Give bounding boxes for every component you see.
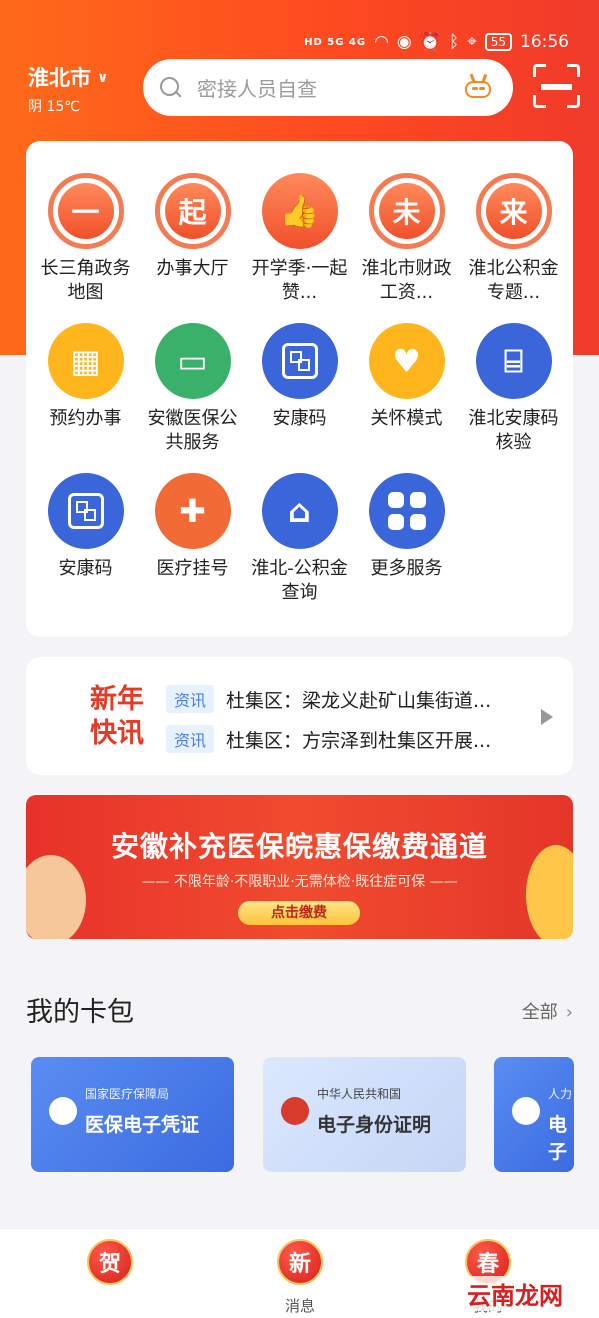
card-org: 中华人民共和国: [317, 1087, 402, 1101]
news-item[interactable]: 资讯 杜集区：梁龙义赴矿山集街道...: [166, 685, 491, 713]
tab-messages[interactable]: 新 消息: [240, 1239, 360, 1316]
scan-code-icon: ⌸: [475, 323, 552, 399]
news-logo: 新年 快讯: [90, 684, 144, 749]
service-item[interactable]: ▦ 预约办事: [32, 323, 139, 431]
grid-icon: [368, 473, 445, 549]
news-text: 杜集区：方宗泽到杜集区开展...: [226, 729, 492, 752]
service-label: 淮北-公积金查询: [251, 558, 348, 603]
service-label: 办事大厅: [156, 258, 229, 279]
service-label: 预约办事: [49, 408, 122, 429]
service-item[interactable]: ⌸ 淮北安康码核验: [460, 323, 567, 455]
pay-button[interactable]: 点击缴费: [238, 901, 360, 925]
search-placeholder: 密接人员自查: [197, 77, 317, 101]
wallet-card[interactable]: 人力 电子: [494, 1057, 574, 1172]
service-item[interactable]: ♥ 关怀模式: [353, 323, 460, 431]
robot-assistant-icon[interactable]: [463, 73, 493, 100]
banner-subtitle: —— 不限年龄·不限职业·无需体检·既往症可保 ——: [141, 874, 458, 890]
service-item[interactable]: 来 淮北公积金专题...: [460, 173, 567, 305]
news-item[interactable]: 资讯 杜集区：方宗泽到杜集区开展...: [166, 725, 491, 753]
service-label: 开学季·一起赞...: [251, 258, 348, 303]
status-time: 16:56: [520, 32, 569, 52]
chs-emblem-icon: [49, 1097, 77, 1125]
news-tag: 资讯: [166, 725, 215, 753]
service-item[interactable]: 安康码: [32, 473, 139, 581]
battery-indicator: 55: [484, 33, 512, 51]
wallet-card[interactable]: 国家医疗保障局 医保电子凭证: [31, 1057, 234, 1172]
services-card: 一 长三角政务地图 起 办事大厅 👍 开学季·一起赞... 未 淮北市财政工资.…: [26, 141, 573, 637]
service-label: 淮北公积金专题...: [468, 258, 559, 303]
heart-hand-icon: ♥: [368, 323, 445, 399]
city-selector[interactable]: 淮北市 ∨: [28, 62, 108, 92]
chevron-right-icon: ›: [565, 1002, 573, 1023]
card-icon: ▭: [154, 323, 231, 399]
watermark: 云南龙网: [467, 1276, 563, 1311]
news-tag: 资讯: [166, 685, 215, 713]
service-label: 淮北安康码核验: [468, 408, 559, 453]
medical-cross-icon: ✚: [154, 473, 231, 549]
service-label: 长三角政务地图: [40, 258, 131, 303]
weather-text: 阴 15℃: [28, 99, 80, 115]
seal-icon: 贺: [87, 1239, 133, 1285]
service-label: 安徽医保公共服务: [147, 408, 238, 453]
service-item[interactable]: 👍 开学季·一起赞...: [246, 173, 353, 305]
service-item[interactable]: 更多服务: [353, 473, 460, 581]
qr-icon: [47, 473, 124, 549]
service-label: 医疗挂号: [156, 558, 229, 579]
tab-label: 消息: [284, 1297, 315, 1315]
status-bar: HD 5G 4G ◠ ◉ ⏰ ᛒ ⌖ 55 16:56: [304, 32, 569, 52]
wallet-card[interactable]: 中华人民共和国 电子身份证明: [263, 1057, 466, 1172]
tab-home[interactable]: 贺: [50, 1239, 170, 1295]
calendar-icon: ▦: [47, 323, 124, 399]
banner-title: 安徽补充医保皖惠保缴费通道: [110, 830, 488, 863]
alarm-icon: ⏰: [419, 32, 441, 52]
qr-icon: [261, 323, 338, 399]
service-item[interactable]: ▭ 安徽医保公共服务: [139, 323, 246, 455]
service-label: 更多服务: [370, 558, 443, 579]
service-item[interactable]: ⌂ 淮北-公积金查询: [246, 473, 353, 605]
location-icon: ⌖: [467, 32, 477, 52]
insurance-banner[interactable]: 安徽补充医保皖惠保缴费通道 —— 不限年龄·不限职业·无需体检·既往症可保 ——…: [26, 795, 573, 939]
seal-icon: 新: [277, 1239, 323, 1285]
news-text: 杜集区：梁龙义赴矿山集街道...: [226, 689, 492, 712]
service-label: 安康码: [272, 408, 327, 429]
city-name: 淮北市: [28, 66, 91, 90]
card-name: 电子: [548, 1114, 568, 1163]
search-bar[interactable]: 密接人员自查: [143, 59, 513, 116]
service-label: 关怀模式: [370, 408, 443, 429]
card-name: 电子身份证明: [317, 1114, 432, 1136]
hr-emblem-icon: [512, 1097, 540, 1125]
service-item[interactable]: 未 淮北市财政工资...: [353, 173, 460, 305]
wallet-title: 我的卡包: [26, 997, 134, 1028]
chevron-down-icon: ∨: [97, 70, 109, 86]
ring-icon: 一: [47, 173, 124, 249]
card-org: 国家医疗保障局: [85, 1087, 170, 1101]
bluetooth-icon: ᛒ: [448, 32, 460, 52]
news-ticker[interactable]: 新年 快讯 资讯 杜集区：梁龙义赴矿山集街道... 资讯 杜集区：方宗泽到杜集区…: [26, 657, 573, 775]
person-illustration: [26, 855, 86, 939]
house-yuan-icon: ⌂: [261, 473, 338, 549]
play-arrow-icon[interactable]: [541, 709, 553, 725]
ring-icon: 起: [154, 173, 231, 249]
service-item[interactable]: 安康码: [246, 323, 353, 431]
wallet-more-link[interactable]: 全部 ›: [522, 998, 573, 1024]
card-name: 医保电子凭证: [85, 1114, 200, 1136]
service-item[interactable]: 起 办事大厅: [139, 173, 246, 281]
wifi-icon: ◠: [374, 32, 389, 52]
service-label: 淮北市财政工资...: [361, 258, 452, 303]
service-item[interactable]: 一 长三角政务地图: [32, 173, 139, 305]
card-org: 人力: [548, 1087, 573, 1101]
service-label: 安康码: [58, 558, 113, 579]
service-item[interactable]: ✚ 医疗挂号: [139, 473, 246, 581]
ring-icon: 未: [368, 173, 445, 249]
search-icon: [159, 76, 183, 100]
thumb-icon: 👍: [261, 173, 338, 249]
national-emblem-icon: [281, 1097, 309, 1125]
scan-icon[interactable]: [533, 64, 580, 108]
ring-icon: 来: [475, 173, 552, 249]
signal-indicator: HD 5G 4G: [304, 36, 367, 48]
eye-icon: ◉: [396, 32, 412, 52]
